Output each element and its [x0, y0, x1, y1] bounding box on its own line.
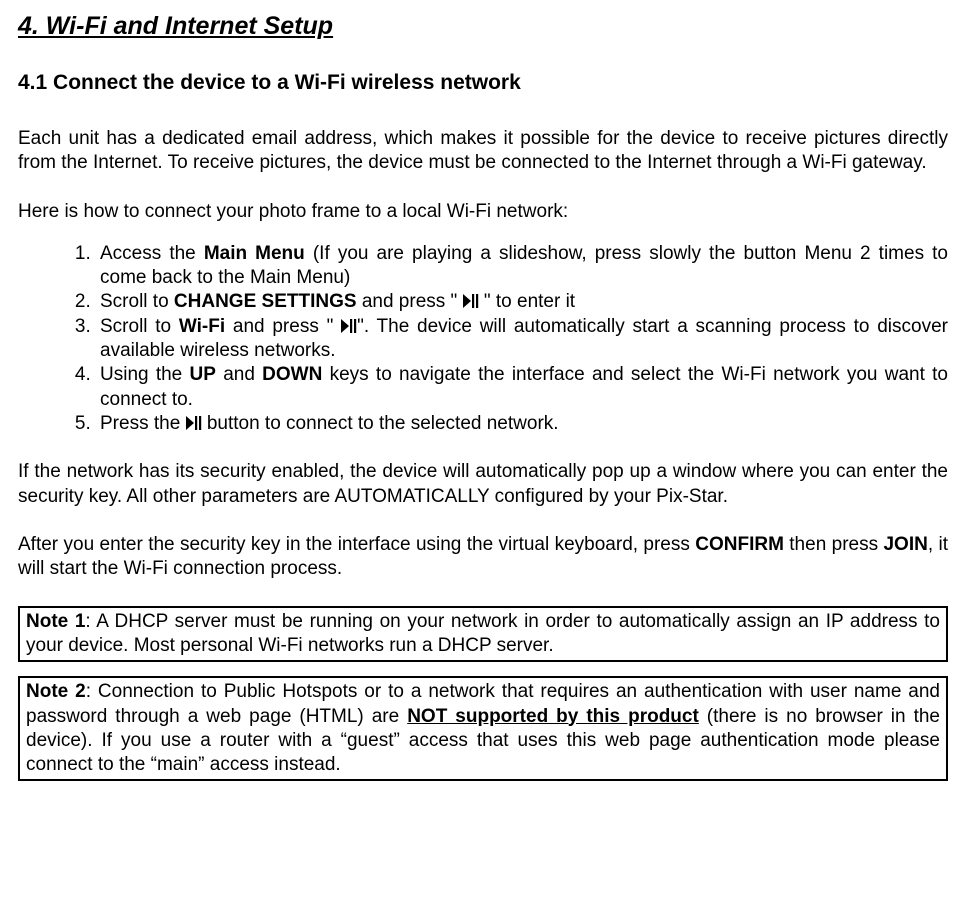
step-2-bold: CHANGE SETTINGS [174, 291, 357, 312]
confirm-bold-confirm: CONFIRM [695, 534, 784, 555]
steps-list: Access the Main Menu (If you are playing… [18, 242, 948, 437]
step-3-bold: Wi-Fi [179, 316, 225, 337]
step-5: Press the button to connect to the selec… [96, 412, 948, 436]
note-1-body: : A DHCP server must be running on your … [26, 611, 940, 656]
confirm-text-c: then press [784, 534, 884, 555]
section-title: 4. Wi-Fi and Internet Setup [18, 10, 948, 42]
confirm-paragraph: After you enter the security key in the … [18, 533, 948, 582]
confirm-bold-join: JOIN [883, 534, 927, 555]
step-1-text-a: Access the [100, 243, 204, 264]
note-1-box: Note 1: A DHCP server must be running on… [18, 606, 948, 663]
step-4-text-a: Using the [100, 364, 190, 385]
step-2-text-a: Scroll to [100, 291, 174, 312]
step-4: Using the UP and DOWN keys to navigate t… [96, 363, 948, 412]
note-2-box: Note 2: Connection to Public Hotspots or… [18, 676, 948, 781]
step-2: Scroll to CHANGE SETTINGS and press " " … [96, 290, 948, 314]
play-pause-icon [463, 294, 479, 308]
play-pause-icon [341, 319, 357, 333]
step-3: Scroll to Wi-Fi and press " ". The devic… [96, 315, 948, 364]
subsection-title: 4.1 Connect the device to a Wi-Fi wirele… [18, 70, 948, 97]
step-1-bold: Main Menu [204, 243, 305, 264]
play-pause-icon [186, 416, 202, 430]
security-paragraph: If the network has its security enabled,… [18, 460, 948, 509]
step-2-text-c: and press " [357, 291, 463, 312]
intro-paragraph-1: Each unit has a dedicated email address,… [18, 127, 948, 176]
note-1-label: Note 1 [26, 611, 85, 632]
step-5-text-a: Press the [100, 413, 186, 434]
confirm-text-a: After you enter the security key in the … [18, 534, 695, 555]
step-4-bold-up: UP [190, 364, 216, 385]
note-2-bold-underline: NOT supported by this product [407, 706, 699, 727]
note-2-label: Note 2 [26, 681, 86, 702]
step-3-text-c: and press " [225, 316, 341, 337]
step-5-text-b: button to connect to the selected networ… [202, 413, 559, 434]
step-4-text-c: and [216, 364, 262, 385]
intro-paragraph-2: Here is how to connect your photo frame … [18, 200, 948, 224]
step-4-bold-down: DOWN [262, 364, 322, 385]
step-1: Access the Main Menu (If you are playing… [96, 242, 948, 291]
step-2-text-d: " to enter it [479, 291, 576, 312]
step-3-text-a: Scroll to [100, 316, 179, 337]
